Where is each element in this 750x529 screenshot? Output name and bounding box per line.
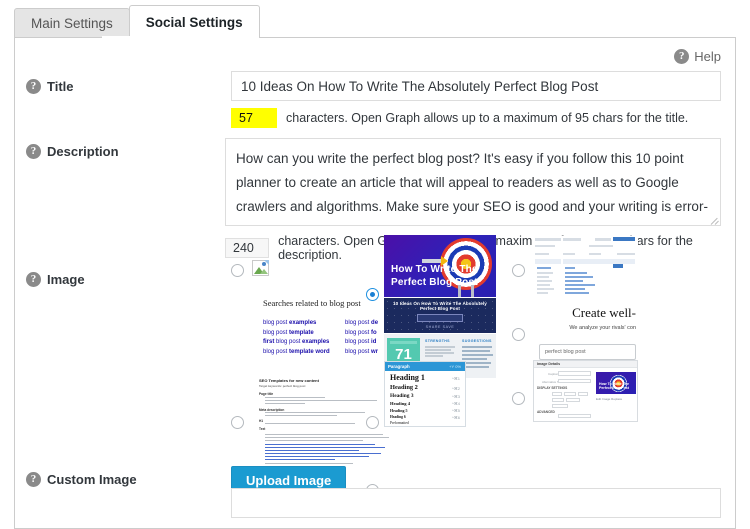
tab-panel-merge bbox=[102, 36, 209, 39]
thumbnail-keyword-table[interactable] bbox=[533, 236, 638, 296]
score-col1-heading: STRENGTHS bbox=[425, 339, 450, 343]
custom-image-help-icon[interactable]: ? bbox=[26, 472, 41, 487]
heading-row-1: Heading 1 bbox=[390, 373, 425, 382]
help-link[interactable]: ? Help bbox=[674, 49, 721, 64]
image-label-text: Image bbox=[47, 272, 85, 287]
doc-title: SEO Templates for new content bbox=[259, 378, 319, 383]
dialog-titlebar: Image Details × bbox=[534, 361, 637, 368]
description-field-label: ? Description bbox=[26, 144, 119, 159]
dialog-close-icon: × bbox=[537, 362, 540, 366]
create-well-sub: We analyze your rivals' con bbox=[569, 325, 636, 331]
image-radio-hero[interactable] bbox=[366, 288, 379, 301]
tab-main-settings[interactable]: Main Settings bbox=[14, 8, 130, 38]
doc-section-3: H1 bbox=[259, 419, 264, 423]
hero-line-2: Perfect Blog Post bbox=[391, 277, 478, 288]
heading-meta-1: ^⌘1 bbox=[451, 376, 460, 381]
heading-meta-5: ^⌘5 bbox=[451, 408, 460, 413]
heading-meta-4: ^⌘4 bbox=[451, 401, 460, 406]
image-radio-broken[interactable] bbox=[231, 264, 244, 277]
doc-subtitle: Target keywords: perfect blog post bbox=[259, 384, 306, 388]
title-field-label: ? Title bbox=[26, 79, 74, 94]
description-label-text: Description bbox=[47, 144, 119, 159]
create-well-headline: Create well- bbox=[572, 305, 636, 320]
hero-text: How To Write The Perfect Blog Post bbox=[391, 263, 478, 289]
heading-meta-6: ^⌘6 bbox=[451, 415, 460, 420]
description-help-icon[interactable]: ? bbox=[26, 144, 41, 159]
thumbnail-create-well[interactable]: Create well- We analyze your rivals' con… bbox=[533, 296, 638, 364]
image-radio-related-searches[interactable] bbox=[231, 416, 244, 429]
heading-row-2: Heading 2 bbox=[390, 384, 418, 391]
custom-image-field-label: ? Custom Image bbox=[26, 472, 137, 487]
related-searches-right-column: blog post de blog post fo blog post id blog… bbox=[345, 320, 379, 355]
question-mark-icon: ? bbox=[674, 49, 690, 64]
tab-social-settings-label: Social Settings bbox=[145, 14, 243, 30]
description-counter-note: characters. Open Graph allows up to a ma… bbox=[278, 234, 693, 262]
heading-row-3: Heading 3 bbox=[390, 393, 414, 399]
navy-banner-title: 10 Ideas On How To Write The Absolutely … bbox=[393, 301, 487, 311]
hero-line-1: How To Write The bbox=[391, 264, 478, 275]
heading-row-7: Preformatted bbox=[390, 421, 409, 425]
social-settings-panel: ? Help ? Title 57 characters. Open Graph… bbox=[14, 37, 736, 529]
doc-section-1: Page title bbox=[259, 392, 274, 396]
score-col2-heading: SUGGESTIONS bbox=[462, 339, 492, 343]
title-counter-note: characters. Open Graph allows up to a ma… bbox=[286, 111, 689, 125]
tab-main-settings-label: Main Settings bbox=[31, 16, 113, 31]
headings-toolbar: Paragraph +Y 0% bbox=[385, 362, 465, 371]
title-label-text: Title bbox=[47, 79, 74, 94]
custom-image-label-text: Custom Image bbox=[47, 472, 137, 487]
settings-tab-strip: Main Settings Social Settings bbox=[0, 0, 750, 38]
heading-row-4: Heading 4 bbox=[390, 401, 411, 406]
broken-image-icon bbox=[252, 260, 269, 276]
image-help-icon[interactable]: ? bbox=[26, 272, 41, 287]
create-well-search-value: perfect blog post bbox=[545, 349, 586, 355]
thumbnail-navy-banner[interactable]: 10 Ideas On How To Write The Absolutely … bbox=[384, 298, 496, 333]
doc-section-4: Text bbox=[259, 427, 266, 431]
thumbnail-image-details-dialog[interactable]: Image Details × Caption Alternative Text… bbox=[533, 360, 638, 422]
description-textarea[interactable]: How can you write the perfect blog post?… bbox=[225, 138, 721, 226]
dialog-image-preview: How To Write The Perfect Blog Post bbox=[596, 372, 636, 394]
thumbnail-document-links[interactable] bbox=[255, 432, 395, 468]
thumbnail-google-related-searches[interactable]: Searches related to blog post blog post … bbox=[255, 293, 395, 371]
related-searches-heading: Searches related to blog post bbox=[263, 298, 361, 308]
heading-meta-2: ^⌘2 bbox=[451, 386, 460, 391]
heading-row-5: Heading 5 bbox=[390, 408, 408, 413]
tab-social-settings[interactable]: Social Settings bbox=[128, 5, 260, 38]
description-char-count: 240 bbox=[225, 238, 270, 258]
title-counter-row: 57 characters. Open Graph allows up to a… bbox=[231, 108, 688, 128]
title-input[interactable] bbox=[231, 71, 721, 101]
heading-meta-3: ^⌘3 bbox=[451, 394, 460, 399]
image-radio-score-card[interactable] bbox=[366, 416, 379, 429]
title-help-icon[interactable]: ? bbox=[26, 79, 41, 94]
thumbnail-headings-list[interactable]: Paragraph +Y 0% Heading 1 ^⌘1 Heading 2 … bbox=[384, 361, 466, 427]
heading-row-6: Heading 6 bbox=[390, 415, 406, 419]
navy-banner-sub: SHARE SAVE bbox=[425, 325, 455, 329]
image-radio-keyword-table[interactable] bbox=[512, 264, 525, 277]
custom-image-input[interactable] bbox=[231, 488, 721, 518]
dialog-preview-caption: Edit Image Replace bbox=[596, 397, 623, 401]
headings-bar-left: Paragraph bbox=[388, 363, 410, 369]
thumbnail-blog-post-hero[interactable]: How To Write The Perfect Blog Post bbox=[384, 235, 496, 297]
image-radio-create-well[interactable] bbox=[512, 328, 525, 341]
help-label: Help bbox=[694, 49, 721, 64]
navy-banner-button bbox=[417, 314, 463, 322]
related-searches-left-column: blog post examples blog post template firs… bbox=[263, 320, 330, 355]
headings-bar-right: +Y 0% bbox=[449, 363, 461, 369]
create-well-search-field: perfect blog post bbox=[539, 344, 636, 360]
image-radio-image-dialog[interactable] bbox=[512, 392, 525, 405]
title-char-count: 57 bbox=[231, 108, 277, 128]
image-field-label: ? Image bbox=[26, 272, 85, 287]
